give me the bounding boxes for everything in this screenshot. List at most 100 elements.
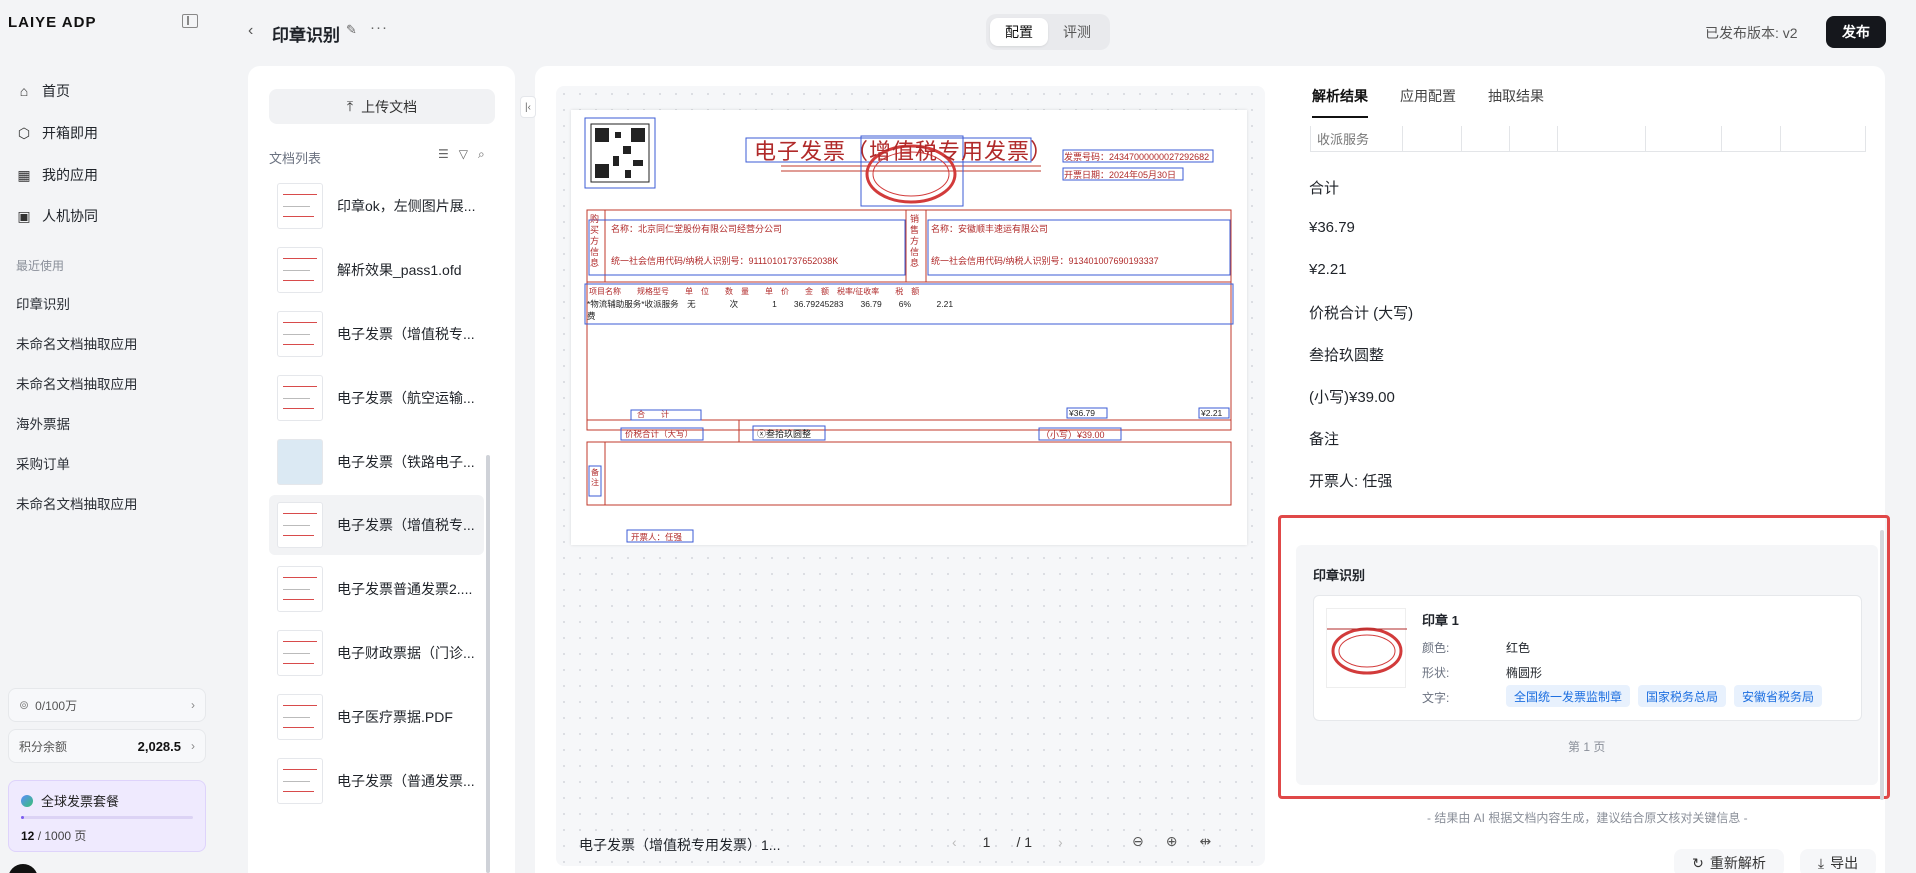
tab-extract-result[interactable]: 抽取结果 (1488, 86, 1544, 118)
credit-label: 积分余额 (19, 739, 68, 754)
seal-text-tags: 全国统一发票监制章 国家税务总局 安徽省税务局 (1506, 685, 1823, 707)
list-item[interactable]: 印章ok，左侧图片展... (269, 176, 484, 236)
recent-item[interactable]: 未命名文档抽取应用 (16, 373, 138, 393)
doc-name: 电子发票（航空运输... (337, 390, 475, 406)
zoom-in-icon[interactable]: ⊕ (1166, 833, 1178, 850)
doc-list-scrollbar[interactable] (486, 455, 490, 873)
fit-width-icon[interactable]: ⇹ (1199, 833, 1211, 850)
collapse-sidebar-icon[interactable] (182, 14, 198, 28)
nav-label: 人机协同 (42, 208, 98, 224)
list-item[interactable]: 电子发票（增值税专... (269, 304, 484, 364)
more-icon[interactable]: ··· (370, 19, 388, 36)
recent-item[interactable]: 海外票据 (16, 413, 70, 433)
chevron-right-icon: › (191, 739, 195, 753)
list-item[interactable]: 电子发票普通发票2.... (269, 559, 484, 619)
plan-card[interactable]: 全球发票套餐 12 / 1000 页 (8, 780, 206, 852)
quota-card[interactable]: ⊚ 0/100万 › (8, 688, 206, 722)
list-item[interactable]: 电子发票（铁路电子... (269, 432, 484, 492)
list-item[interactable]: 电子财政票据（门诊... (269, 623, 484, 683)
list-item[interactable]: 解析效果_pass1.ofd (269, 240, 484, 300)
app-logo: LAIYE ADP (8, 14, 97, 31)
doc-list-tools: ☰ ▽ ⌕ (438, 147, 485, 162)
doc-thumbnail (277, 375, 323, 421)
export-button[interactable]: ⤓ 导出 (1800, 849, 1876, 873)
tab-app-config[interactable]: 应用配置 (1400, 86, 1456, 118)
seal-thumbnail[interactable] (1326, 608, 1407, 688)
results-scrollbar[interactable] (1880, 530, 1884, 800)
buyer-tax-id: 统一社会信用代码/纳税人识别号：91110101737652038K (611, 256, 839, 266)
prev-page-icon[interactable]: ‹ (952, 834, 957, 850)
tab-evaluate[interactable]: 评测 (1048, 18, 1106, 46)
zoom-out-icon[interactable]: ⊖ (1132, 833, 1144, 850)
remark-label: 备注 (591, 468, 599, 487)
publish-button[interactable]: 发布 (1826, 16, 1886, 48)
ai-disclaimer: - 结果由 AI 根据文档内容生成，建议结合原文核对关键信息 - (1427, 811, 1748, 825)
total-amount: ¥36.79 (1069, 408, 1095, 418)
doc-thumbnail (277, 566, 323, 612)
back-icon[interactable]: ‹ (248, 22, 253, 40)
recent-item[interactable]: 未命名文档抽取应用 (16, 333, 138, 353)
table-cell: 收派服务 (1311, 126, 1403, 151)
seller-name: 名称：安徽顺丰速运有限公司 (931, 224, 1049, 234)
nav-home[interactable]: ⌂ 首页 (16, 76, 206, 106)
nav-ready-to-use[interactable]: ⬡ 开箱即用 (16, 118, 206, 148)
list-item[interactable]: 电子医疗票据.PDF (269, 687, 484, 747)
filter-icon[interactable]: ▽ (459, 147, 468, 162)
list-item[interactable]: 电子发票（航空运输... (269, 368, 484, 428)
doc-name: 电子财政票据（门诊... (337, 645, 475, 661)
quota-icon: ⊚ (19, 698, 30, 712)
color-value: 红色 (1506, 641, 1531, 655)
mode-switch: 配置 评测 (986, 14, 1110, 50)
tab-parse-result[interactable]: 解析结果 (1312, 86, 1368, 118)
plan-name: 全球发票套餐 (41, 794, 120, 809)
credit-card[interactable]: 积分余额 2,028.5 › (8, 729, 206, 763)
page-current[interactable]: 1 (983, 834, 991, 850)
invoice-date: 开票日期：2024年05月30日 (1064, 170, 1177, 180)
issuer-label: 开票人：任强 (631, 532, 683, 542)
tab-config[interactable]: 配置 (990, 18, 1048, 46)
result-line: 备注 (1309, 431, 1340, 448)
result-line: 价税合计 (大写) (1309, 305, 1414, 322)
color-label: 颜色: (1422, 641, 1450, 655)
nav-human-collab[interactable]: ▣ 人机协同 (16, 201, 206, 231)
invoice-title: 电子发票（增值税专用发票） (754, 140, 1054, 165)
doc-thumbnail (277, 758, 323, 804)
upload-button[interactable]: ⤒ 上传文档 (269, 89, 495, 124)
seal-image-svg (1327, 627, 1407, 675)
text-label: 文字: (1422, 691, 1450, 705)
doc-thumbnail (277, 247, 323, 293)
recent-item[interactable]: 印章识别 (16, 293, 70, 313)
recent-item[interactable]: 采购订单 (16, 453, 70, 473)
globe-icon (21, 794, 33, 807)
doc-thumbnail (277, 502, 323, 548)
page-title: 印章识别 (272, 26, 340, 45)
zoom-tools: ⊖ ⊕ ⇹ (1132, 833, 1211, 850)
quota-value: 0/100万 (35, 698, 78, 713)
upload-icon: ⤒ (346, 98, 354, 114)
total-label: 合 计 (637, 410, 669, 419)
doc-name: 电子医疗票据.PDF (337, 709, 453, 725)
page-total: / 1 (1016, 834, 1033, 850)
checklist-icon[interactable]: ☰ (438, 147, 449, 162)
items-row: *物流辅助服务*收派服务 无 次 1 36.79245283 36.79 6% … (587, 299, 954, 309)
search-icon[interactable]: ⌕ (478, 147, 485, 162)
page-navigator: ‹ 1 / 1 › (952, 834, 1063, 850)
plan-used: 12 (21, 829, 35, 843)
cube-icon: ⬡ (17, 124, 31, 141)
doc-thumbnail (277, 630, 323, 676)
chevron-right-icon: › (191, 698, 195, 712)
nav-my-apps[interactable]: ▦ 我的应用 (16, 160, 206, 190)
next-page-icon[interactable]: › (1058, 834, 1063, 850)
seal-text-tag: 国家税务总局 (1638, 685, 1727, 707)
edit-icon[interactable]: ✎ (346, 22, 357, 38)
shape-label: 形状: (1422, 666, 1450, 680)
collapse-list-icon[interactable]: |‹ (520, 96, 536, 118)
reparse-button[interactable]: ↻ 重新解析 (1674, 849, 1784, 873)
total-tax: ¥2.21 (1201, 408, 1223, 418)
sum-chinese: ⓧ叁拾玖圆整 (757, 429, 812, 439)
download-icon: ⤓ (1817, 854, 1825, 871)
result-line: 合计 (1309, 180, 1340, 197)
recent-item[interactable]: 未命名文档抽取应用 (16, 493, 138, 513)
list-item[interactable]: 电子发票（增值税专... (269, 495, 484, 555)
list-item[interactable]: 电子发票（普通发票... (269, 751, 484, 811)
